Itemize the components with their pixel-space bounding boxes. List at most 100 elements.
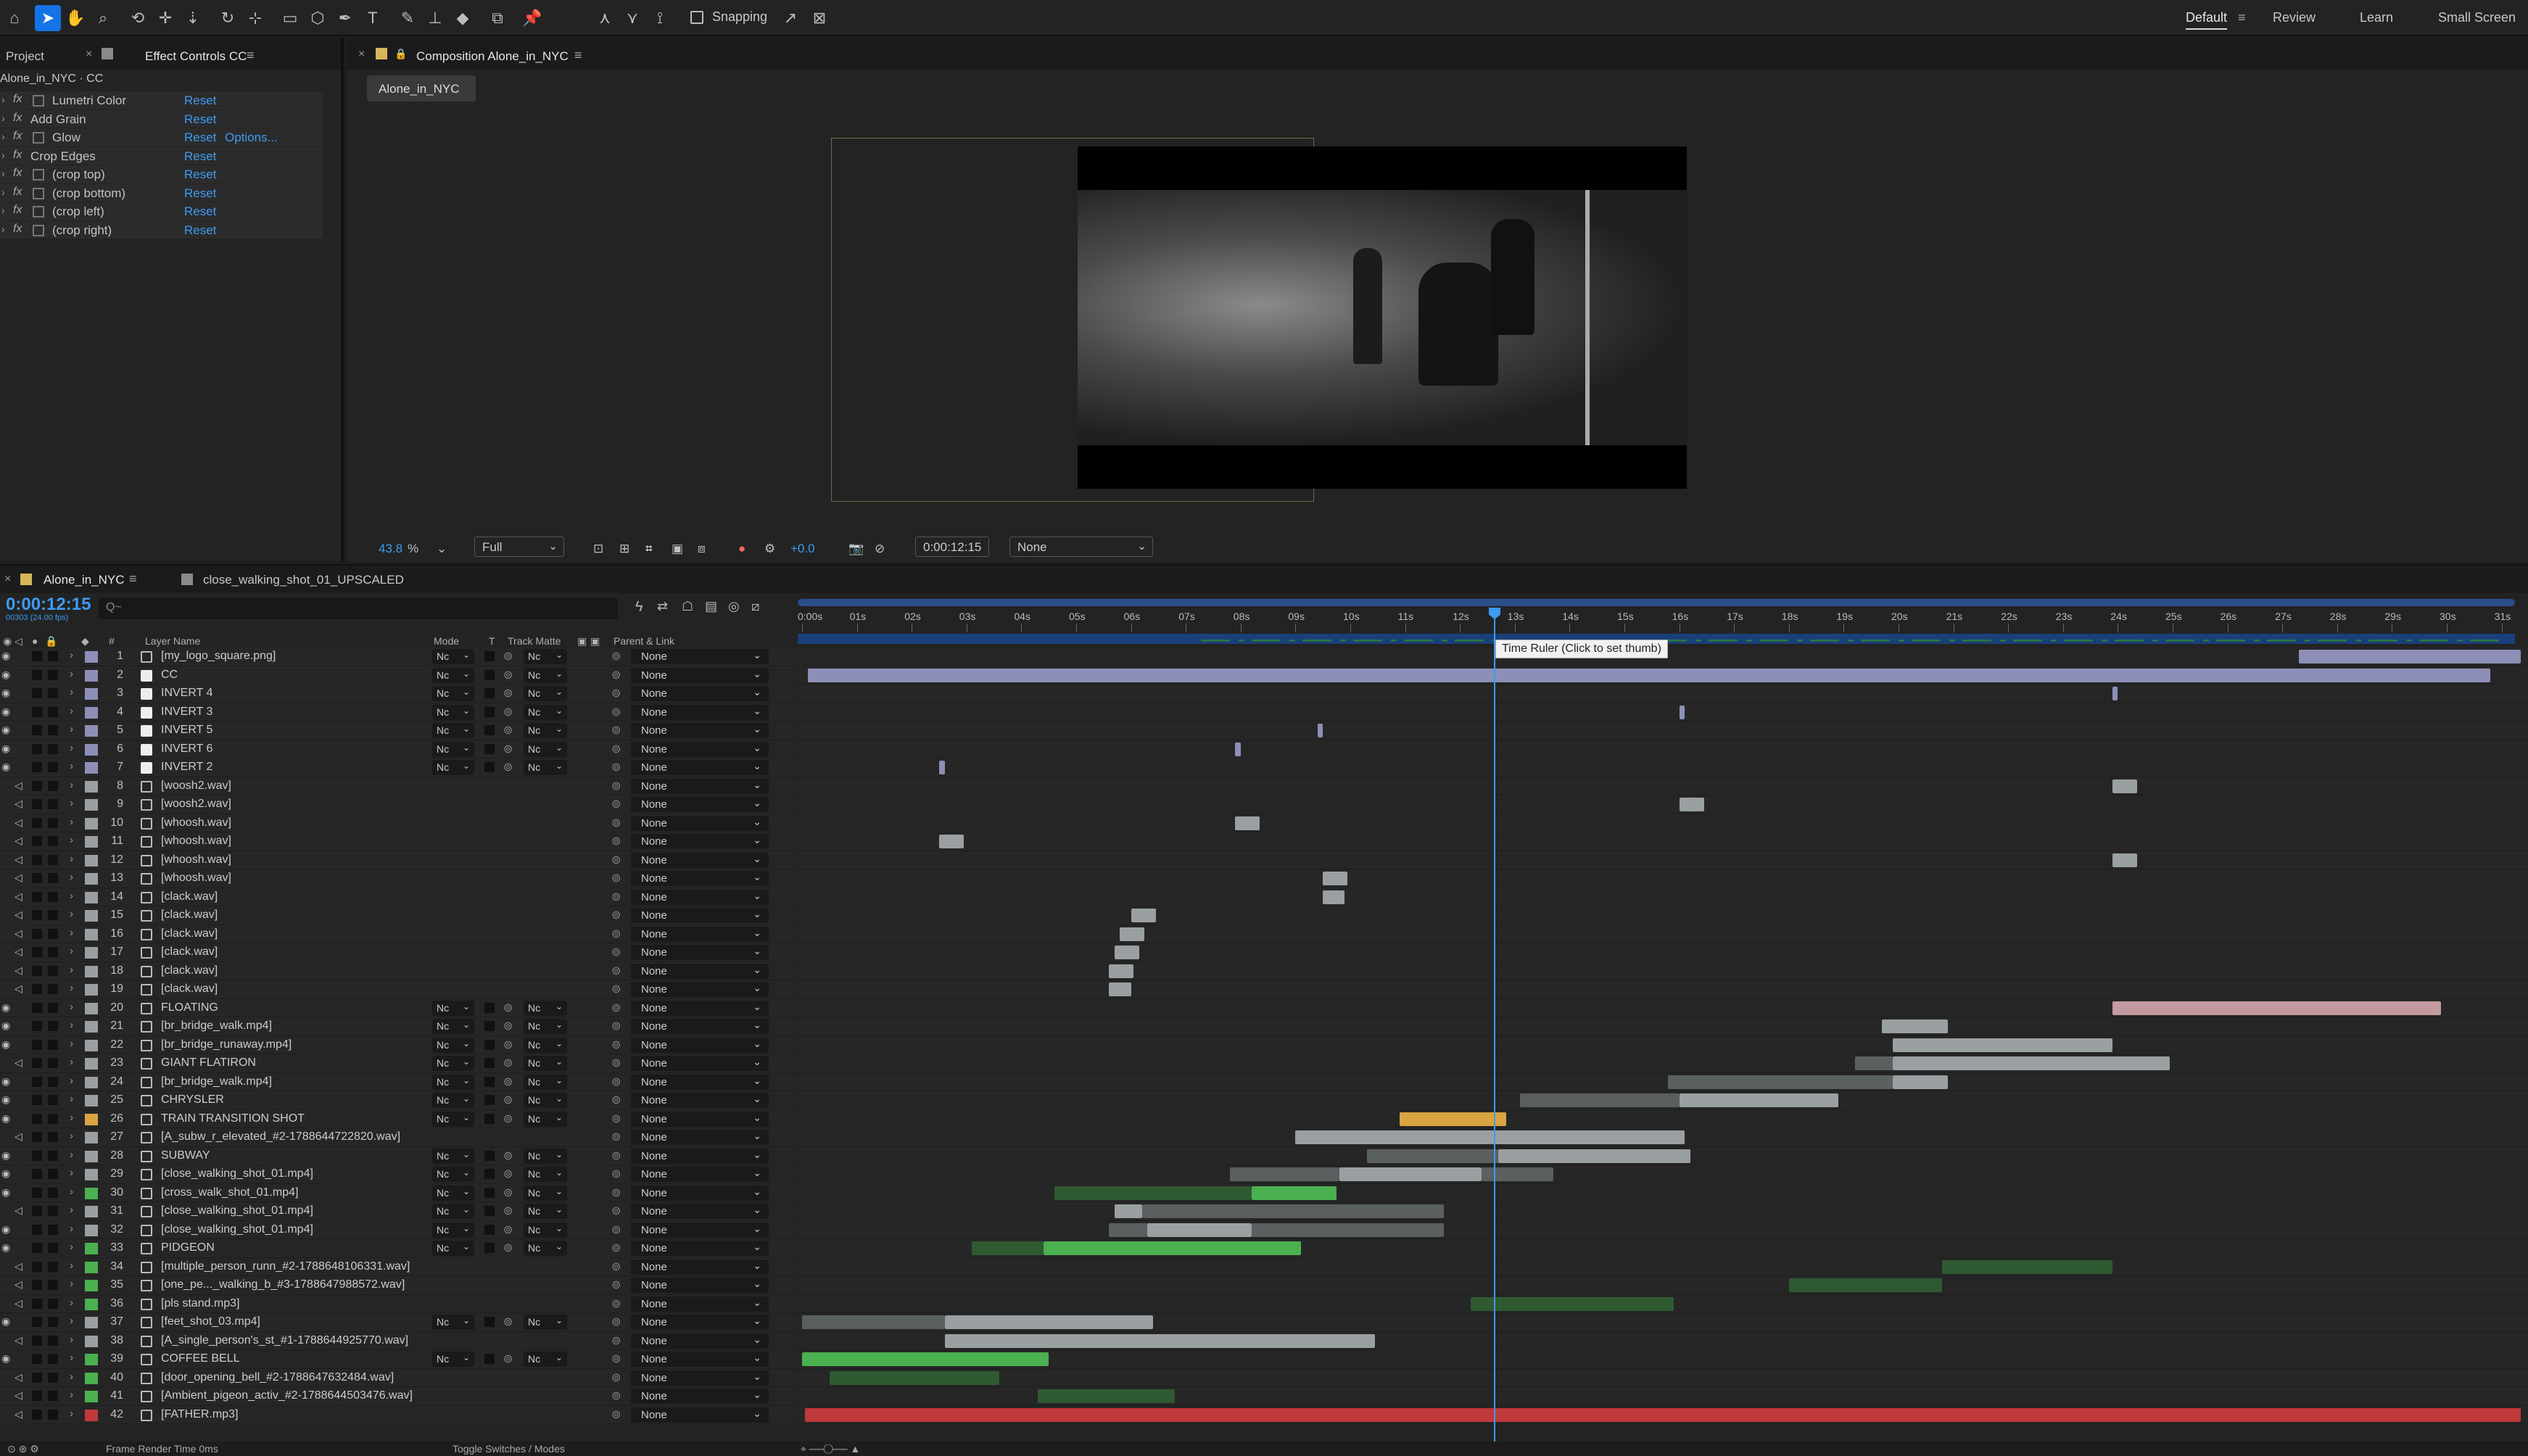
blend-mode-dropdown[interactable]: Nc ⌄ xyxy=(432,704,474,720)
twirl-icon[interactable]: › xyxy=(70,871,73,883)
layer-duration-bar[interactable] xyxy=(1229,1167,1339,1181)
layer-name[interactable]: INVERT 2 xyxy=(161,761,212,774)
parent-pickwhip-icon[interactable]: ⊚ xyxy=(611,853,621,867)
lock-switch[interactable] xyxy=(48,873,58,883)
snap-edges-icon[interactable]: ↗ xyxy=(777,5,804,31)
parent-pickwhip-icon[interactable]: ⊚ xyxy=(611,1204,621,1218)
3d-shape-icon[interactable]: ⬡ xyxy=(305,5,331,31)
matte-pickwhip-icon[interactable]: ⊚ xyxy=(503,1186,513,1200)
shy-layers-icon[interactable]: ☖ xyxy=(682,599,693,614)
twirl-icon[interactable]: › xyxy=(70,1278,73,1290)
audio-speaker-icon[interactable]: ◁ xyxy=(15,1389,22,1402)
solo-switch[interactable] xyxy=(32,1224,42,1235)
pen-tool-icon[interactable]: ✒ xyxy=(332,5,358,31)
lock-switch[interactable] xyxy=(48,928,58,939)
transparency-grid-icon[interactable]: ⊞ xyxy=(619,542,629,556)
snap-features-icon[interactable]: ⊠ xyxy=(806,5,833,31)
solo-switch[interactable] xyxy=(32,1372,42,1383)
lock-switch[interactable] xyxy=(48,1058,58,1068)
track-matte-dropdown[interactable]: Nc ⌄ xyxy=(524,1204,567,1219)
layer-row[interactable]: ◉ › 33 PIDGEON Nc ⌄ ⊚ Nc ⌄ ⊚ None ⌄ xyxy=(0,1239,793,1258)
twirl-icon[interactable]: › xyxy=(70,779,73,791)
parent-dropdown[interactable]: None ⌄ xyxy=(631,1241,769,1256)
layer-row[interactable]: ◉ › 4 INVERT 3 Nc ⌄ ⊚ Nc ⌄ ⊚ None ⌄ xyxy=(0,703,793,721)
layer-duration-bar[interactable] xyxy=(944,1315,1153,1329)
layer-row[interactable]: ◁ › 9 [woosh2.wav] ⊚ None ⌄ xyxy=(0,795,793,814)
parent-pickwhip-icon[interactable]: ⊚ xyxy=(611,1149,621,1163)
layer-row[interactable]: ◉ › 5 INVERT 5 Nc ⌄ ⊚ Nc ⌄ ⊚ None ⌄ xyxy=(0,721,793,740)
tab-effect-controls[interactable]: Effect Controls CC xyxy=(145,49,247,64)
layer-name[interactable]: [my_logo_square.png] xyxy=(161,650,276,663)
blend-mode-dropdown[interactable]: Nc ⌄ xyxy=(432,1352,474,1367)
solo-switch[interactable] xyxy=(32,1280,42,1290)
solo-switch[interactable] xyxy=(32,706,42,717)
parent-dropdown[interactable]: None ⌄ xyxy=(631,1019,769,1034)
layer-row[interactable]: ◁ › 10 [whoosh.wav] ⊚ None ⌄ xyxy=(0,814,793,832)
layer-row[interactable]: ◉ › 37 [feet_shot_03.mp4] Nc ⌄ ⊚ Nc ⌄ ⊚ None ⌄ xyxy=(0,1313,793,1332)
solo-switch[interactable] xyxy=(32,1206,42,1216)
fx-toggle-icon[interactable]: fx xyxy=(13,186,22,199)
layer-row[interactable]: ◉ › 28 SUBWAY Nc ⌄ ⊚ Nc ⌄ ⊚ None ⌄ xyxy=(0,1146,793,1165)
effect-row[interactable]: › fx (crop left) Reset xyxy=(0,202,323,221)
layer-name[interactable]: [woosh2.wav] xyxy=(161,779,231,793)
solo-column-icon[interactable]: ● xyxy=(32,635,38,647)
layer-label-color[interactable] xyxy=(85,947,98,959)
type-tool-icon[interactable]: T xyxy=(360,5,386,31)
twirl-icon[interactable]: › xyxy=(70,908,73,920)
twirl-icon[interactable]: › xyxy=(70,668,73,680)
dolly-camera-icon[interactable]: ⇣ xyxy=(180,5,206,31)
zoom-dropdown-icon[interactable]: ⌄ xyxy=(437,542,447,556)
layer-name[interactable]: FLOATING xyxy=(161,1001,218,1014)
layer-label-color[interactable] xyxy=(85,1058,98,1070)
parent-pickwhip-icon[interactable]: ⊚ xyxy=(611,1056,621,1070)
track-matte-dropdown[interactable]: Nc ⌄ xyxy=(524,686,567,701)
preserve-transparency-toggle[interactable] xyxy=(484,1058,495,1068)
layer-duration-bar[interactable] xyxy=(1114,1204,1142,1218)
layer-name[interactable]: [whoosh.wav] xyxy=(161,853,231,866)
audio-speaker-icon[interactable]: ◁ xyxy=(15,1130,22,1143)
blend-mode-dropdown[interactable]: Nc ⌄ xyxy=(432,1111,474,1127)
parent-dropdown[interactable]: None ⌄ xyxy=(631,945,769,960)
preserve-transparency-toggle[interactable] xyxy=(484,1187,495,1198)
motion-blur-icon[interactable]: ◎ xyxy=(728,599,740,614)
blend-mode-dropdown[interactable]: Nc ⌄ xyxy=(432,1315,474,1330)
exposure-value[interactable]: +0.0 xyxy=(790,542,815,556)
layer-duration-bar[interactable] xyxy=(1131,909,1156,922)
twirl-icon[interactable]: › xyxy=(70,723,73,735)
twirl-icon[interactable]: › xyxy=(1,223,5,235)
lock-switch[interactable] xyxy=(48,1169,58,1179)
twirl-icon[interactable]: › xyxy=(70,945,73,957)
tab-alone-in-nyc[interactable]: Alone_in_NYC xyxy=(44,573,125,587)
layer-name[interactable]: [close_walking_shot_01.mp4] xyxy=(161,1167,313,1180)
layer-duration-bar[interactable] xyxy=(829,1370,1000,1385)
layer-duration-bar[interactable] xyxy=(944,1333,1375,1348)
layer-label-color[interactable] xyxy=(85,1391,98,1402)
layer-search-input[interactable]: Q~ xyxy=(99,597,618,619)
lock-icon[interactable]: 🔒 xyxy=(395,48,407,60)
twirl-icon[interactable]: › xyxy=(70,797,73,809)
track-matte-dropdown[interactable]: Nc ⌄ xyxy=(524,1148,567,1164)
layer-name[interactable]: [door_opening_bell_#2-1788647632484.wav] xyxy=(161,1371,394,1384)
layer-duration-bar[interactable] xyxy=(1893,1056,2170,1070)
draft-3d-icon[interactable]: ϟ xyxy=(635,599,643,616)
parent-dropdown[interactable]: None ⌄ xyxy=(631,852,769,868)
effect-row[interactable]: › fx Lumetri Color Reset xyxy=(0,91,323,110)
layer-duration-bar[interactable] xyxy=(1498,1149,1690,1163)
matte-pickwhip-icon[interactable]: ⊚ xyxy=(503,1352,513,1366)
matte-pickwhip-icon[interactable]: ⊚ xyxy=(503,1019,513,1033)
layer-name[interactable]: [A_subw_r_elevated_#2-1788644722820.wav] xyxy=(161,1130,400,1143)
clone-stamp-icon[interactable]: ⊥ xyxy=(422,5,448,31)
effect-reset-link[interactable]: Reset xyxy=(184,112,216,127)
layer-row[interactable]: ◁ › 38 [A_single_person's_st_#1-17886449257… xyxy=(0,1331,793,1350)
solo-switch[interactable] xyxy=(32,1187,42,1198)
preserve-transparency-toggle[interactable] xyxy=(484,1076,495,1087)
track-matte-header[interactable]: Track Matte xyxy=(508,635,561,647)
layer-row[interactable]: ◁ › 23 GIANT FLATIRON Nc ⌄ ⊚ Nc ⌄ ⊚ None ⌄ xyxy=(0,1054,793,1073)
twirl-icon[interactable]: › xyxy=(70,1370,73,1383)
layer-label-color[interactable] xyxy=(85,706,98,719)
parent-dropdown[interactable]: None ⌄ xyxy=(631,1148,769,1164)
audio-speaker-icon[interactable]: ◁ xyxy=(15,779,22,792)
layer-row[interactable]: ◁ › 42 [FATHER.mp3] ⊚ None ⌄ xyxy=(0,1405,793,1424)
layer-label-color[interactable] xyxy=(85,984,98,996)
twirl-icon[interactable]: › xyxy=(70,686,73,698)
